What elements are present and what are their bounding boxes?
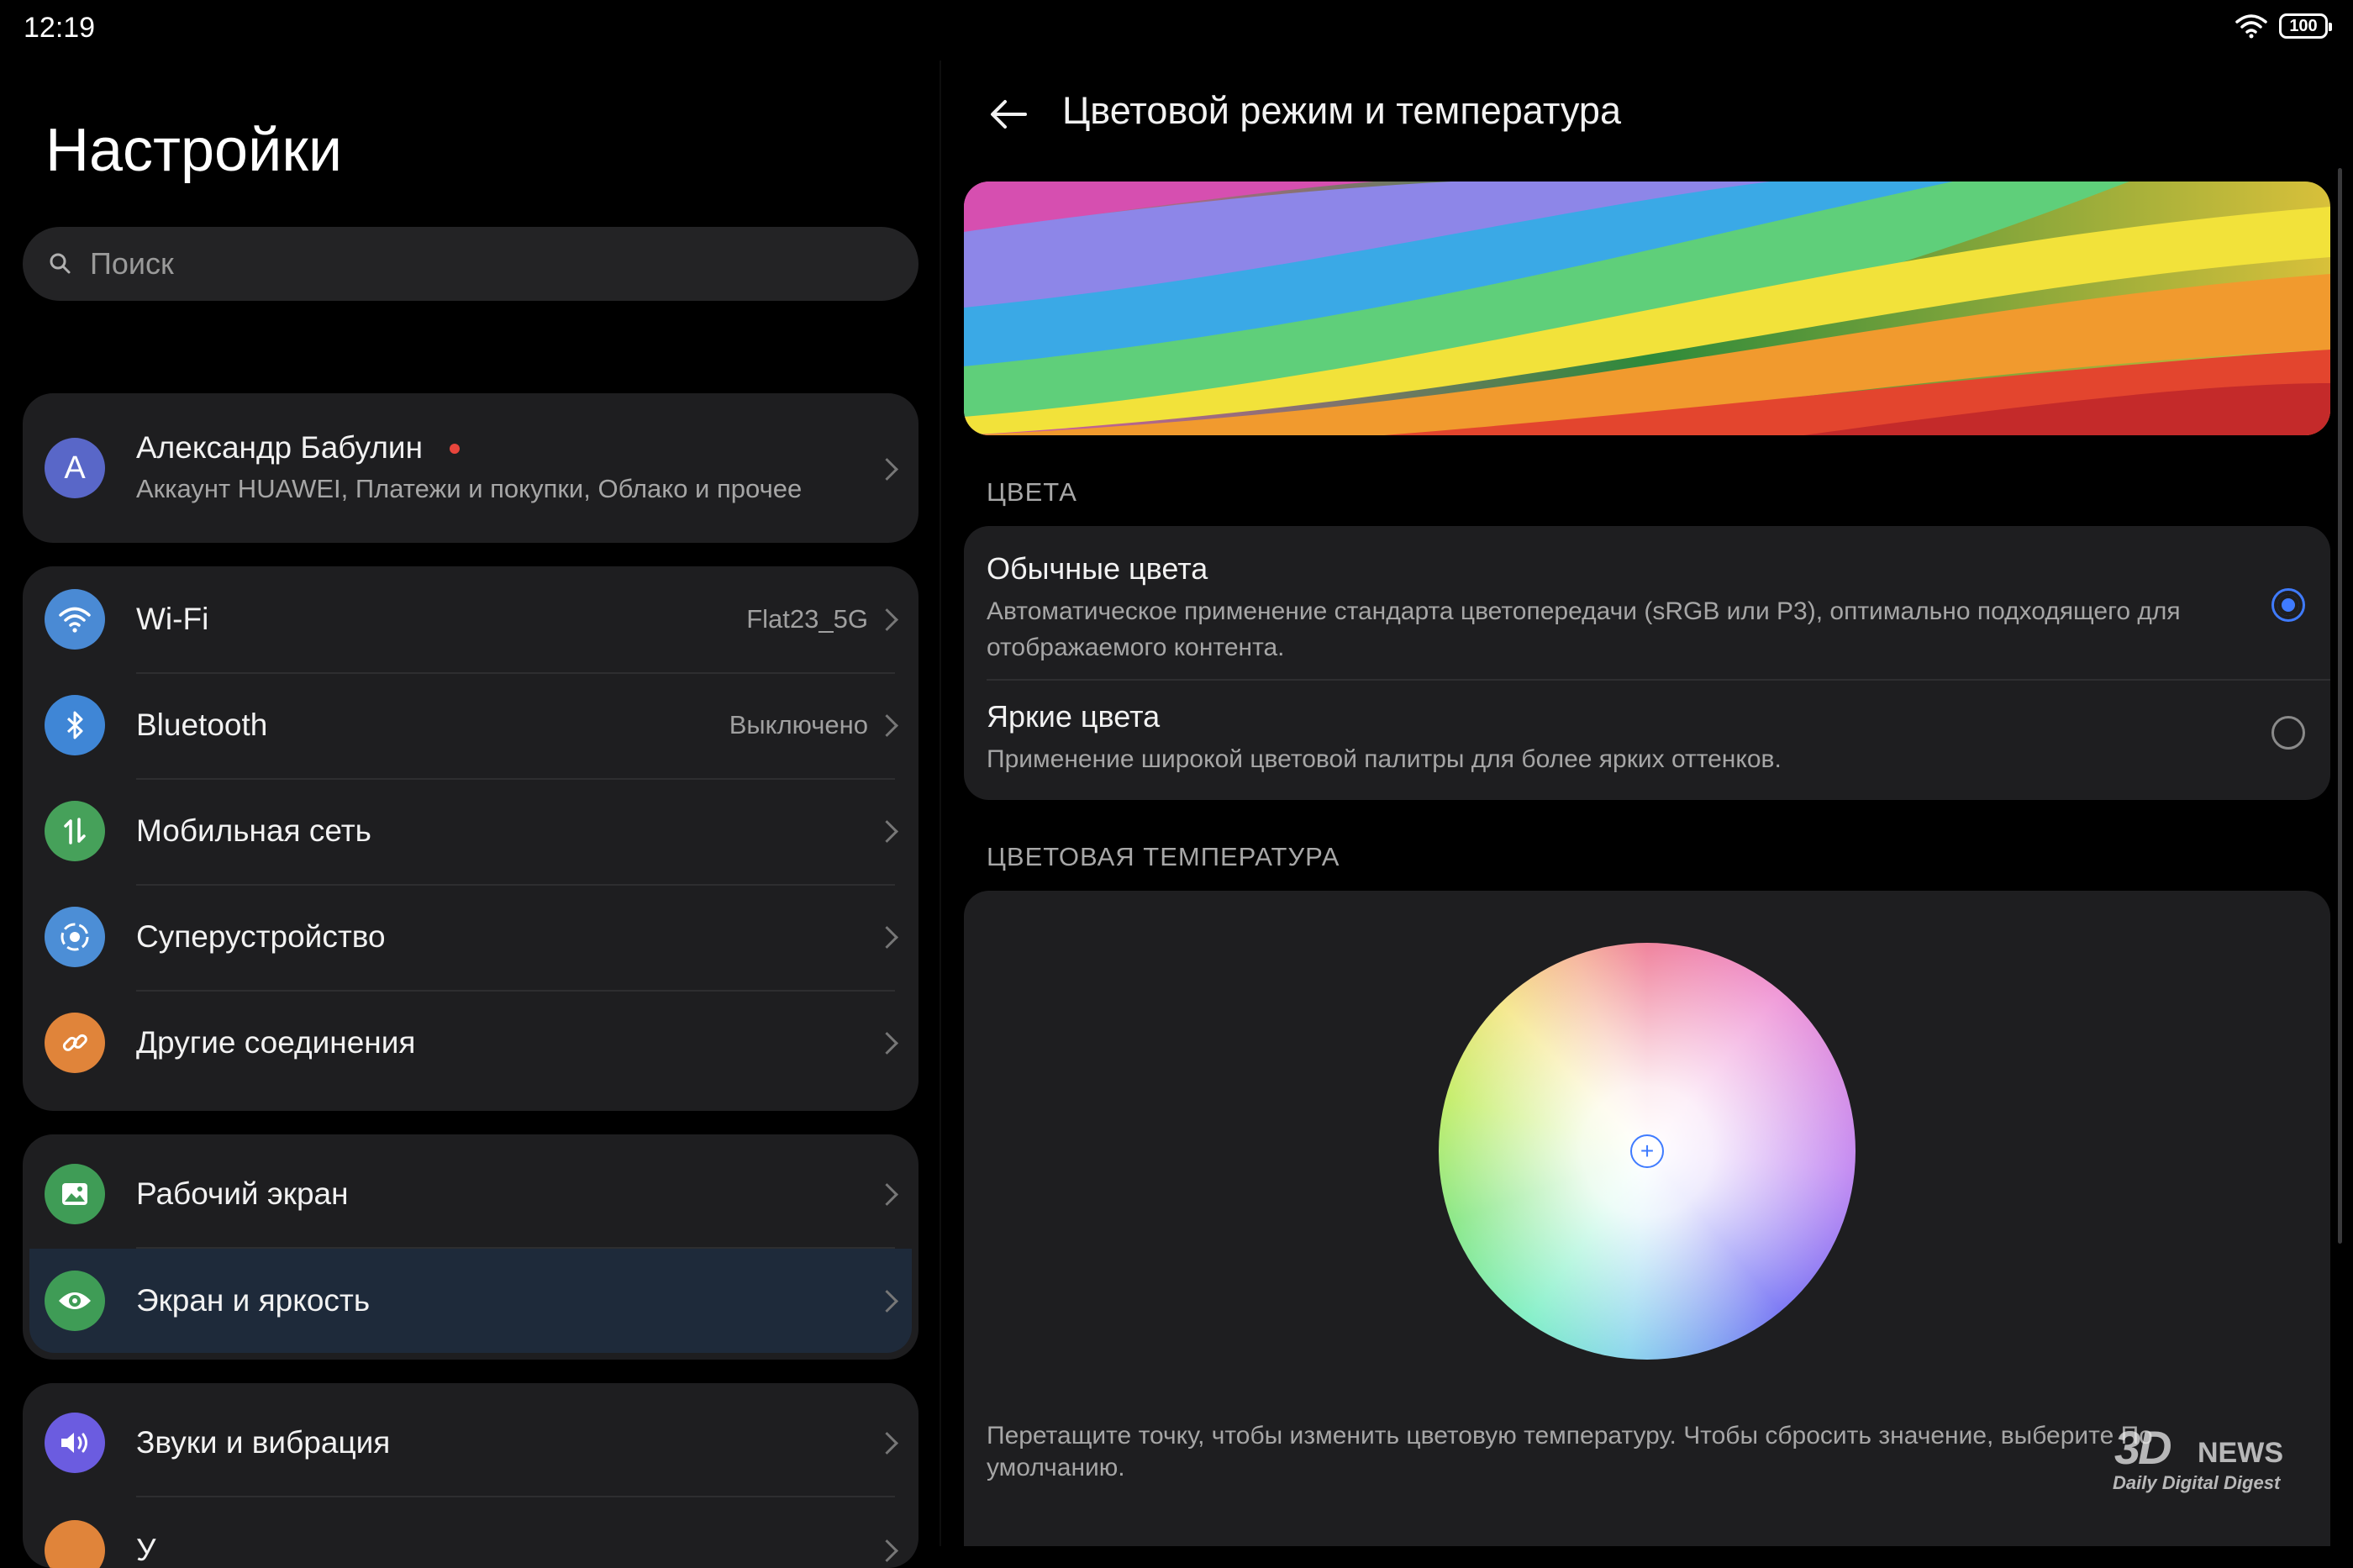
search-icon (50, 253, 71, 274)
settings-item-label: Мобильная сеть (136, 813, 371, 848)
sound-settings-group: Звуки и вибрация У (23, 1383, 919, 1568)
chevron-right-icon (876, 458, 898, 481)
settings-item-value: Выключено (729, 710, 868, 739)
settings-item-wifi[interactable]: Wi-Fi Flat23_5G (23, 566, 919, 672)
account-subtitle: Аккаунт HUAWEI, Платежи и покупки, Облак… (136, 474, 803, 503)
temperature-handle[interactable]: + (1630, 1134, 1664, 1168)
option-normal-colors[interactable]: Обычные цвета Автоматическое применение … (987, 551, 2230, 666)
pane-divider (940, 61, 941, 1546)
watermark-tagline: Daily Digital Digest (2113, 1472, 2281, 1493)
superdevice-icon (45, 907, 105, 967)
settings-item-label: У (136, 1533, 156, 1567)
chevron-right-icon (876, 608, 898, 631)
account-card[interactable]: А Александр Бабулин Аккаунт HUAWEI, Плат… (23, 393, 919, 543)
option-title: Яркие цвета (987, 699, 1161, 734)
settings-item-sounds[interactable]: Звуки и вибрация (23, 1390, 919, 1496)
wifi-icon (45, 589, 105, 650)
settings-item-notifications[interactable]: У (23, 1497, 919, 1568)
watermark-brand: 3D (2114, 1421, 2172, 1474)
bluetooth-icon (45, 695, 105, 755)
eye-icon (45, 1271, 105, 1331)
3dnews-watermark-logo: 3D NEWS Daily Digital Digest (2101, 1420, 2311, 1504)
image-icon (45, 1164, 105, 1224)
status-time: 12:19 (24, 12, 96, 44)
chevron-right-icon (876, 1289, 898, 1313)
page-title: Настройки (45, 117, 343, 184)
chevron-right-icon (876, 1431, 898, 1455)
temperature-section-header: ЦВЕТОВАЯ ТЕМПЕРАТУРА (987, 842, 1340, 871)
account-name: Александр Бабулин (136, 430, 424, 465)
display-settings-group: Рабочий экран Экран и яркость (23, 1134, 919, 1360)
link-icon (45, 1013, 105, 1073)
mobile-data-icon (45, 801, 105, 861)
settings-item-label: Суперустройство (136, 919, 386, 954)
settings-item-mobile-network[interactable]: Мобильная сеть (23, 778, 919, 884)
system-icons: 100 (2235, 13, 2332, 39)
settings-item-label: Рабочий экран (136, 1176, 349, 1211)
chevron-right-icon (876, 1031, 898, 1055)
notification-icon (45, 1520, 105, 1568)
search-input[interactable] (88, 245, 848, 282)
battery-indicator: 100 (2279, 13, 2332, 39)
settings-item-home-screen[interactable]: Рабочий экран (23, 1141, 919, 1247)
option-title: Обычные цвета (987, 551, 1208, 586)
option-description: Применение широкой цветовой палитры для … (987, 745, 1782, 773)
option-description: Автоматическое применение стандарта цвет… (987, 597, 2181, 661)
watermark-brand-suffix: NEWS (2198, 1437, 2283, 1469)
chevron-right-icon (876, 1182, 898, 1206)
settings-item-label: Wi-Fi (136, 602, 209, 636)
settings-item-label: Звуки и вибрация (136, 1425, 391, 1460)
chevron-right-icon (876, 1539, 898, 1562)
volume-icon (45, 1413, 105, 1473)
back-arrow-icon[interactable] (985, 91, 1032, 138)
settings-item-label: Bluetooth (136, 708, 268, 742)
wifi-status-icon (2235, 14, 2267, 39)
chevron-right-icon (876, 925, 898, 949)
option-vivid-colors[interactable]: Яркие цвета Применение широкой цветовой … (987, 699, 2230, 777)
detail-title: Цветовой режим и температура (1062, 89, 1621, 132)
avatar: А (45, 438, 105, 498)
search-bar[interactable] (23, 227, 919, 301)
settings-item-bluetooth[interactable]: Bluetooth Выключено (23, 672, 919, 778)
settings-item-label: Экран и яркость (136, 1283, 371, 1318)
notification-dot (450, 444, 460, 454)
network-settings-group: Wi-Fi Flat23_5G Bluetooth Выключено Моби… (23, 566, 919, 1111)
settings-item-other-connections[interactable]: Другие соединения (23, 990, 919, 1096)
settings-item-label: Другие соединения (136, 1025, 416, 1060)
scrollbar[interactable] (2338, 168, 2342, 1244)
chevron-right-icon (876, 819, 898, 843)
chevron-right-icon (876, 713, 898, 737)
color-banner-image (964, 182, 2330, 435)
colors-section-header: ЦВЕТА (987, 477, 1077, 507)
settings-item-superdevice[interactable]: Суперустройство (23, 884, 919, 990)
divider (987, 679, 2330, 681)
status-bar: 12:19 100 (0, 0, 2353, 61)
settings-item-display-brightness[interactable]: Экран и яркость (29, 1249, 912, 1353)
color-mode-options: Обычные цвета Автоматическое применение … (964, 526, 2330, 800)
radio-normal-colors[interactable] (2271, 588, 2305, 622)
radio-vivid-colors[interactable] (2271, 716, 2305, 750)
settings-item-value: Flat23_5G (746, 604, 868, 634)
